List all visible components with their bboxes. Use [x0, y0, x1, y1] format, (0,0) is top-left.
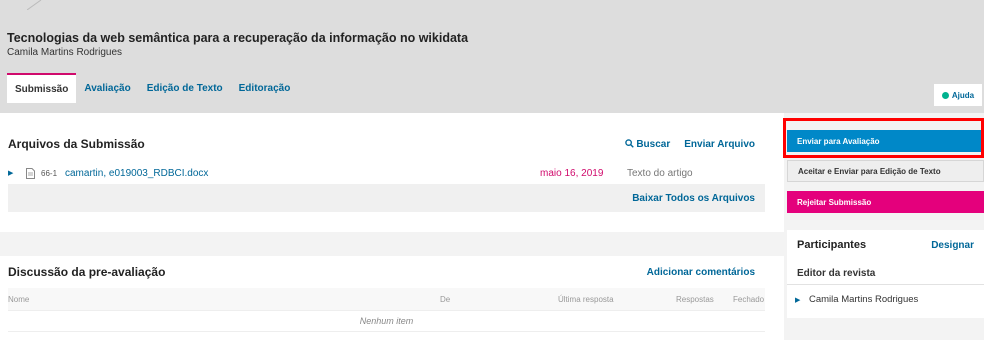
search-label: Buscar — [636, 138, 671, 150]
document-icon — [26, 167, 35, 179]
submission-header: Tecnologias da web semântica para a recu… — [0, 0, 984, 113]
column-fechado: Fechado — [733, 295, 765, 304]
help-circle-icon — [941, 91, 949, 99]
expand-arrow-icon[interactable]: ▶ — [8, 169, 22, 177]
participant-group-label: Editor da revista — [797, 268, 876, 279]
add-comment-link[interactable]: Adicionar comentários — [647, 267, 755, 278]
panel-separator — [0, 232, 784, 256]
file-date: maio 16, 2019 — [540, 167, 604, 179]
submission-author: Camila Martins Rodrigues — [7, 47, 123, 58]
files-panel-actions: Buscar Enviar Arquivo — [624, 138, 755, 150]
participants-title: Participantes — [797, 239, 867, 251]
participant-group-divider — [787, 284, 984, 285]
participants-header: Participantes Designar — [797, 230, 974, 260]
tab-submissao[interactable]: Submissão — [7, 73, 77, 103]
files-panel-title: Arquivos da Submissão — [8, 137, 145, 151]
file-id: 66-1 — [41, 168, 58, 178]
column-ultima-resposta: Última resposta — [558, 295, 614, 304]
file-type: Texto do artigo — [627, 167, 693, 179]
file-name-link[interactable]: camartin, e019003_RDBCI.docx — [65, 168, 465, 179]
file-row[interactable]: ▶ 66-1 camartin, e019003_RDBCI.docx maio… — [8, 164, 765, 182]
discussion-empty-row: Nenhum item — [8, 310, 765, 332]
discussion-panel-header: Discussão da pre-avaliação Adicionar com… — [8, 256, 765, 288]
expand-arrow-icon[interactable]: ▶ — [795, 296, 809, 304]
discussion-panel: Discussão da pre-avaliação Adicionar com… — [8, 256, 765, 288]
accept-copyedit-button[interactable]: Aceitar e Enviar para Edição de Texto — [787, 160, 984, 182]
submission-title: Tecnologias da web semântica para a recu… — [7, 31, 469, 45]
discussion-columns-band — [8, 288, 765, 310]
participant-name: Camila Martins Rodrigues — [809, 294, 919, 305]
tab-avaliacao[interactable]: Avaliação — [76, 73, 138, 103]
participant-item[interactable]: ▶ Camila Martins Rodrigues — [795, 294, 918, 305]
assign-participant-link[interactable]: Designar — [931, 240, 974, 251]
column-de: De — [440, 295, 451, 304]
column-respostas: Respostas — [676, 295, 714, 304]
tab-editoracao[interactable]: Editoração — [231, 73, 299, 103]
tab-edicao-de-texto[interactable]: Edição de Texto — [139, 73, 231, 103]
files-panel-header: Arquivos da Submissão Buscar Enviar Arqu… — [8, 128, 765, 160]
participants-panel: Participantes Designar Editor da revista… — [787, 230, 984, 318]
download-all-link[interactable]: Baixar Todos os Arquivos — [632, 193, 755, 204]
column-nome: Nome — [8, 295, 30, 304]
files-panel: Arquivos da Submissão Buscar Enviar Arqu… — [8, 128, 765, 160]
highlight-box — [783, 118, 984, 158]
help-label: Ajuda — [951, 90, 975, 100]
empty-label: Nenhum item — [359, 316, 414, 326]
upload-file-link[interactable]: Enviar Arquivo — [684, 139, 755, 150]
reject-submission-button[interactable]: Rejeitar Submissão — [787, 191, 984, 213]
header-decoration — [27, 0, 42, 10]
search-icon — [624, 138, 634, 148]
files-footer: Baixar Todos os Arquivos — [8, 184, 765, 212]
discussion-panel-title: Discussão da pre-avaliação — [8, 265, 166, 279]
search-files-link[interactable]: Buscar — [624, 138, 671, 150]
workflow-tabs: Submissão Avaliação Edição de Texto Edit… — [7, 73, 298, 103]
help-button[interactable]: Ajuda — [934, 84, 982, 106]
